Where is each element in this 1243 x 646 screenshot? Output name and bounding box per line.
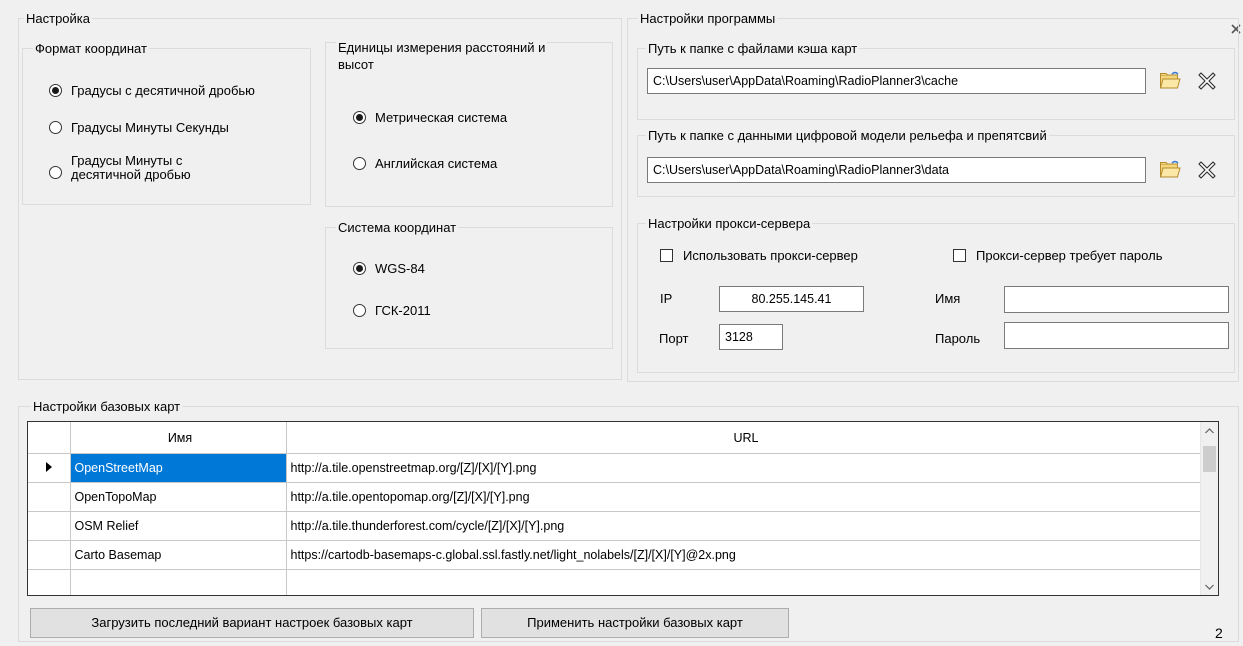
- scroll-down-icon[interactable]: [1201, 578, 1218, 595]
- page-number: 2: [1215, 625, 1223, 641]
- browse-cache-button[interactable]: [1156, 68, 1184, 96]
- folder-open-icon: [1159, 160, 1181, 183]
- radio-dms[interactable]: Градусы Минуты Секунды: [49, 120, 229, 135]
- radio-label: Градусы с десятичной дробью: [71, 83, 255, 98]
- radio-dot[interactable]: [49, 121, 62, 134]
- checkbox-box[interactable]: [953, 249, 966, 262]
- grid-header-row: Имя URL: [28, 422, 1203, 454]
- row-header[interactable]: [28, 511, 71, 541]
- radio-dot[interactable]: [49, 84, 62, 97]
- column-header-name[interactable]: Имя: [70, 422, 287, 454]
- radio-label: Английская система: [375, 156, 498, 171]
- coord-system-legend: Система координат: [336, 220, 459, 235]
- radio-label: ГСК-2011: [375, 303, 431, 318]
- port-label: Порт: [659, 331, 689, 346]
- radio-dot[interactable]: [353, 262, 366, 275]
- table-row[interactable]: Carto Basemap https://cartodb-basemaps-c…: [28, 540, 1203, 570]
- table-row[interactable]: OpenTopoMap http://a.tile.opentopomap.or…: [28, 482, 1203, 512]
- row-header-corner: [28, 422, 71, 454]
- row-header[interactable]: [28, 482, 71, 512]
- ip-input[interactable]: 80.255.145.41: [719, 286, 864, 312]
- radio-label: Метрическая система: [375, 110, 508, 125]
- password-input[interactable]: [1004, 322, 1229, 349]
- row-header[interactable]: [28, 540, 71, 570]
- basemaps-legend: Настройки базовых карт: [31, 399, 183, 414]
- radio-label-line1: Градусы Минуты с: [71, 153, 183, 168]
- name-label: Имя: [935, 291, 961, 306]
- radio-label: Градусы Минуты Секунды: [71, 120, 229, 135]
- radio-imperial[interactable]: Английская система: [353, 156, 497, 171]
- clear-x-icon: [1195, 69, 1219, 96]
- cell-url[interactable]: http://a.tile.openstreetmap.org/[Z]/[X]/…: [286, 453, 1203, 483]
- dem-path-input[interactable]: C:\Users\user\AppData\Roaming\RadioPlann…: [647, 157, 1146, 183]
- cache-path-legend: Путь к папке с файлами кэша карт: [646, 41, 860, 56]
- radio-label: WGS-84: [375, 261, 425, 276]
- radio-dot[interactable]: [353, 111, 366, 124]
- name-input[interactable]: [1004, 286, 1229, 313]
- load-last-basemaps-button[interactable]: Загрузить последний вариант настроек баз…: [30, 608, 474, 638]
- column-header-url[interactable]: URL: [286, 422, 1203, 454]
- row-header[interactable]: [28, 569, 71, 595]
- table-row[interactable]: OpenStreetMap http://a.tile.openstreetma…: [28, 453, 1203, 483]
- browse-dem-button[interactable]: [1156, 157, 1184, 185]
- radio-label-line2: десятичной дробью: [71, 167, 191, 182]
- port-input[interactable]: 3128: [719, 324, 783, 350]
- units-legend-line1: Единицы измерения расстояний и: [338, 40, 546, 55]
- proxy-legend: Настройки прокси-сервера: [646, 216, 813, 231]
- basemaps-grid[interactable]: Имя URL OpenStreetMap http://a.tile.open…: [27, 421, 1219, 596]
- use-proxy-checkbox[interactable]: Использовать прокси-сервер: [660, 248, 858, 263]
- cell-name[interactable]: OSM Relief: [70, 511, 287, 541]
- apply-basemaps-button[interactable]: Применить настройки базовых карт: [481, 608, 789, 638]
- radio-label: Градусы Минуты с десятичной дробью: [71, 154, 191, 182]
- units-legend-line2: высот: [338, 57, 374, 72]
- radio-dot[interactable]: [353, 304, 366, 317]
- row-header[interactable]: [28, 453, 71, 483]
- folder-open-icon: [1159, 71, 1181, 94]
- table-row[interactable]: OSM Relief http://a.tile.thunderforest.c…: [28, 511, 1203, 541]
- cell-url[interactable]: [286, 569, 1203, 595]
- clear-cache-path-button[interactable]: [1193, 68, 1221, 96]
- radio-metric[interactable]: Метрическая система: [353, 110, 507, 125]
- cell-url[interactable]: http://a.tile.opentopomap.org/[Z]/[X]/[Y…: [286, 482, 1203, 512]
- coord-format-legend: Формат координат: [33, 41, 149, 56]
- cell-name[interactable]: OpenTopoMap: [70, 482, 287, 512]
- cell-url[interactable]: http://a.tile.thunderforest.com/cycle/[Z…: [286, 511, 1203, 541]
- settings-legend: Настройка: [24, 11, 92, 26]
- checkbox-box[interactable]: [660, 249, 673, 262]
- checkbox-label: Использовать прокси-сервер: [683, 248, 858, 263]
- proxy-requires-password-checkbox[interactable]: Прокси-сервер требует пароль: [953, 248, 1162, 263]
- dem-path-legend: Путь к папке с данными цифровой модели р…: [646, 128, 1049, 143]
- radio-dm-decimal[interactable]: Градусы Минуты с десятичной дробью: [49, 154, 191, 182]
- radio-dot[interactable]: [49, 166, 62, 179]
- program-settings-legend: Настройки программы: [638, 11, 778, 26]
- radio-decimal-degrees[interactable]: Градусы с десятичной дробью: [49, 83, 255, 98]
- cache-path-input[interactable]: C:\Users\user\AppData\Roaming\RadioPlann…: [647, 68, 1146, 94]
- cell-name[interactable]: Carto Basemap: [70, 540, 287, 570]
- scroll-thumb[interactable]: [1203, 446, 1216, 472]
- clear-x-icon: [1195, 158, 1219, 185]
- clear-dem-path-button[interactable]: [1193, 157, 1221, 185]
- cell-name[interactable]: [70, 569, 287, 595]
- current-row-arrow-icon: [45, 461, 53, 475]
- table-row[interactable]: [28, 569, 1203, 595]
- coord-system-group: Система координат: [325, 220, 613, 349]
- cell-name[interactable]: OpenStreetMap: [70, 453, 287, 483]
- radio-dot[interactable]: [353, 157, 366, 170]
- cell-url[interactable]: https://cartodb-basemaps-c.global.ssl.fa…: [286, 540, 1203, 570]
- grid-vertical-scrollbar[interactable]: [1200, 422, 1218, 595]
- ip-label: IP: [660, 291, 673, 306]
- scroll-up-icon[interactable]: [1201, 422, 1218, 439]
- checkbox-label: Прокси-сервер требует пароль: [976, 248, 1163, 263]
- units-legend: Единицы измерения расстояний и высот: [336, 39, 548, 73]
- radio-wgs84[interactable]: WGS-84: [353, 261, 425, 276]
- password-label: Пароль: [935, 331, 981, 346]
- radio-gsk2011[interactable]: ГСК-2011: [353, 303, 431, 318]
